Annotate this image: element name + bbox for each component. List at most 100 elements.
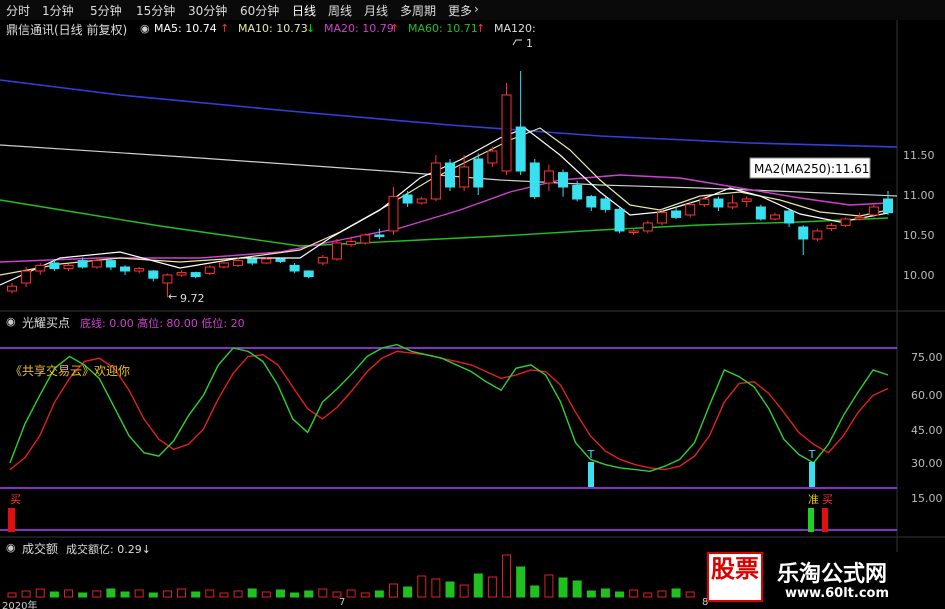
- candle-body: [233, 260, 244, 266]
- volume-bar: [134, 589, 144, 598]
- candle-body: [727, 202, 738, 208]
- candle-body: [49, 262, 60, 270]
- volume-bar: [360, 592, 370, 598]
- buy-bar-right: [822, 508, 828, 532]
- volume-bar: [233, 590, 243, 598]
- buy-label-left: 买: [10, 493, 21, 506]
- indicator-axis-label: 15.00: [911, 492, 943, 505]
- candle-body: [134, 268, 145, 272]
- volume-bar: [318, 588, 328, 598]
- candle-body: [614, 208, 625, 232]
- volume-bar: [417, 575, 427, 598]
- volume-bar: [49, 591, 59, 598]
- candle-body: [303, 270, 314, 278]
- price-axis-label: 10.00: [903, 269, 935, 282]
- candle-body: [91, 260, 102, 268]
- volume-bar: [148, 592, 158, 598]
- candle-body: [388, 196, 399, 232]
- volume-bar: [487, 576, 497, 598]
- candle-body: [261, 258, 272, 264]
- volume-bar: [643, 592, 653, 598]
- candle-body: [162, 274, 173, 284]
- candle-body: [798, 226, 809, 240]
- candle-body: [812, 230, 823, 240]
- volume-bar: [544, 574, 554, 598]
- indicator-red-line: [9, 350, 889, 471]
- candle-body: [784, 210, 795, 224]
- indicator-watermark-text: 《共享交易云》欢迎你: [10, 364, 131, 378]
- logo-text: 股票: [711, 555, 759, 583]
- volume-bar: [459, 584, 469, 598]
- candle-body: [7, 285, 17, 292]
- candle-body: [402, 194, 413, 204]
- date-label-2020: 2020年: [2, 601, 38, 609]
- candle-body: [218, 262, 229, 268]
- ma60-line: [0, 199, 889, 247]
- volume-bar: [445, 581, 455, 598]
- candle-body: [572, 184, 583, 200]
- indicator-title: 光耀买点: [22, 316, 71, 330]
- candle-body: [105, 260, 116, 268]
- volume-bar: [304, 590, 314, 598]
- candle-body: [317, 256, 328, 264]
- candle-body: [487, 150, 498, 164]
- candle-body: [445, 162, 455, 188]
- site-logo: 股票: [707, 552, 763, 602]
- ma20-line: [0, 174, 889, 263]
- volume-bar: [502, 554, 512, 598]
- site-name: 乐淘公式网: [777, 562, 888, 587]
- high-marker-line: [512, 39, 522, 46]
- candle-body: [247, 258, 258, 264]
- volume-bar: [657, 590, 667, 598]
- candle-body: [77, 260, 88, 268]
- candle-body: [501, 94, 512, 172]
- candle-body: [656, 212, 667, 224]
- indicator-green-line: [9, 343, 889, 473]
- volume-bar: [290, 592, 300, 598]
- ma10-line: [0, 127, 889, 276]
- volume-title: 成交额: [22, 542, 59, 556]
- volume-bar: [586, 590, 596, 598]
- candle-body: [473, 158, 484, 188]
- volume-bar: [530, 585, 540, 598]
- volume-bar: [92, 590, 102, 598]
- candle-body: [374, 234, 385, 238]
- candle-body: [600, 198, 611, 210]
- price-axis-label: 11.50: [903, 149, 935, 162]
- ma250-tooltip: MA2(MA250):11.61: [754, 162, 869, 176]
- volume-bar: [685, 591, 695, 598]
- volume-bar: [261, 591, 271, 598]
- candle-body: [416, 198, 427, 204]
- volume-bar: [516, 566, 526, 598]
- t-signal-1-label: T: [587, 448, 595, 461]
- indicator-params: 底线: 0.00 高位: 80.00 低位: 20: [80, 317, 245, 330]
- indicator-collapse-icon[interactable]: ◉: [6, 315, 16, 328]
- volume-collapse-icon[interactable]: ◉: [6, 541, 16, 554]
- volume-bar: [431, 578, 441, 598]
- low-price-label: 9.72: [180, 292, 205, 305]
- indicator-axis-label: 75.00: [911, 351, 943, 364]
- candle-body: [190, 272, 201, 278]
- candle-body: [275, 258, 286, 262]
- volume-bar: [191, 591, 201, 598]
- candle-body: [586, 196, 597, 208]
- candle-body: [21, 270, 32, 284]
- candle-body: [642, 222, 653, 232]
- candle-body: [628, 230, 639, 233]
- candle-body: [685, 204, 696, 216]
- candle-body: [699, 198, 710, 206]
- volume-bar: [629, 589, 639, 598]
- volume-bar: [219, 592, 229, 598]
- ma5-line: [0, 127, 889, 286]
- chart-canvas: 11.50 11.00 10.50 10.00 ← 9.72 1 MA2(MA250):11.…: [0, 20, 945, 598]
- volume-bar: [106, 588, 116, 598]
- volume-bar: [473, 573, 483, 598]
- candle-body: [543, 170, 554, 184]
- candle-body: [120, 266, 131, 272]
- prepare-label: 准: [808, 493, 819, 506]
- candle-body: [289, 264, 300, 272]
- t-signal-2-bar: [809, 462, 815, 487]
- candle-body: [515, 126, 526, 172]
- candle-body: [755, 206, 766, 220]
- candle-body: [331, 242, 342, 260]
